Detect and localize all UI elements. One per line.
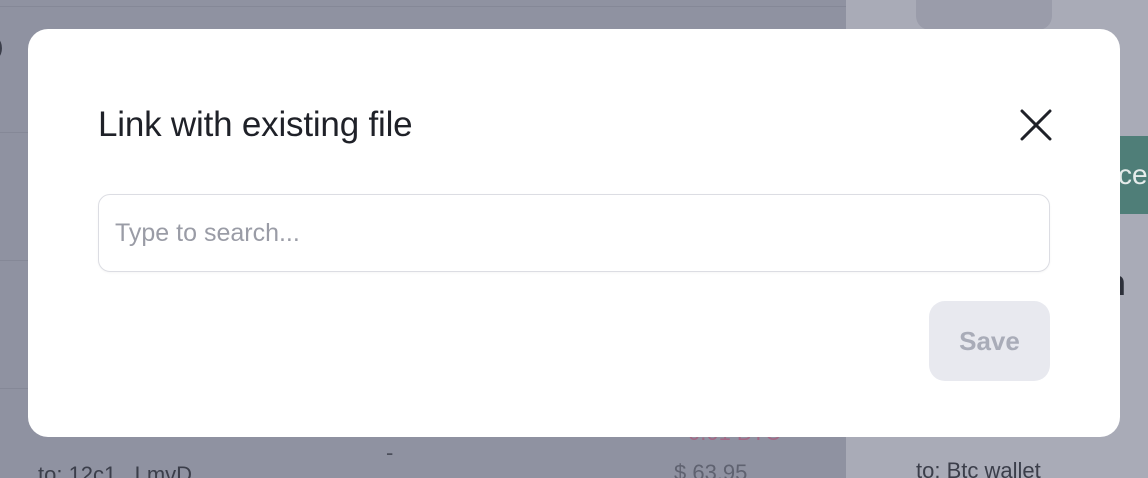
background-amount-usd: $ 63.95: [674, 460, 748, 478]
close-icon: [1016, 105, 1056, 145]
background-action-button-label: ce: [1118, 159, 1148, 190]
background-recipient: to: 12c1...LmvD: [38, 462, 193, 478]
search-input[interactable]: [98, 194, 1050, 272]
close-button[interactable]: [1016, 105, 1056, 145]
dialog-title: Link with existing file: [98, 105, 413, 144]
background-divider: [0, 6, 846, 7]
app-window: ce ) n to: 12c1...LmvD - 0.01 BTC $ 63.9…: [0, 0, 1148, 478]
save-button[interactable]: Save: [929, 301, 1050, 381]
background-text: ): [0, 34, 3, 60]
background-dash: -: [386, 440, 394, 465]
link-file-dialog: Link with existing file Save: [28, 29, 1120, 437]
background-recipient-right: to: Btc wallet: [916, 458, 1041, 478]
background-card: [916, 0, 1052, 30]
